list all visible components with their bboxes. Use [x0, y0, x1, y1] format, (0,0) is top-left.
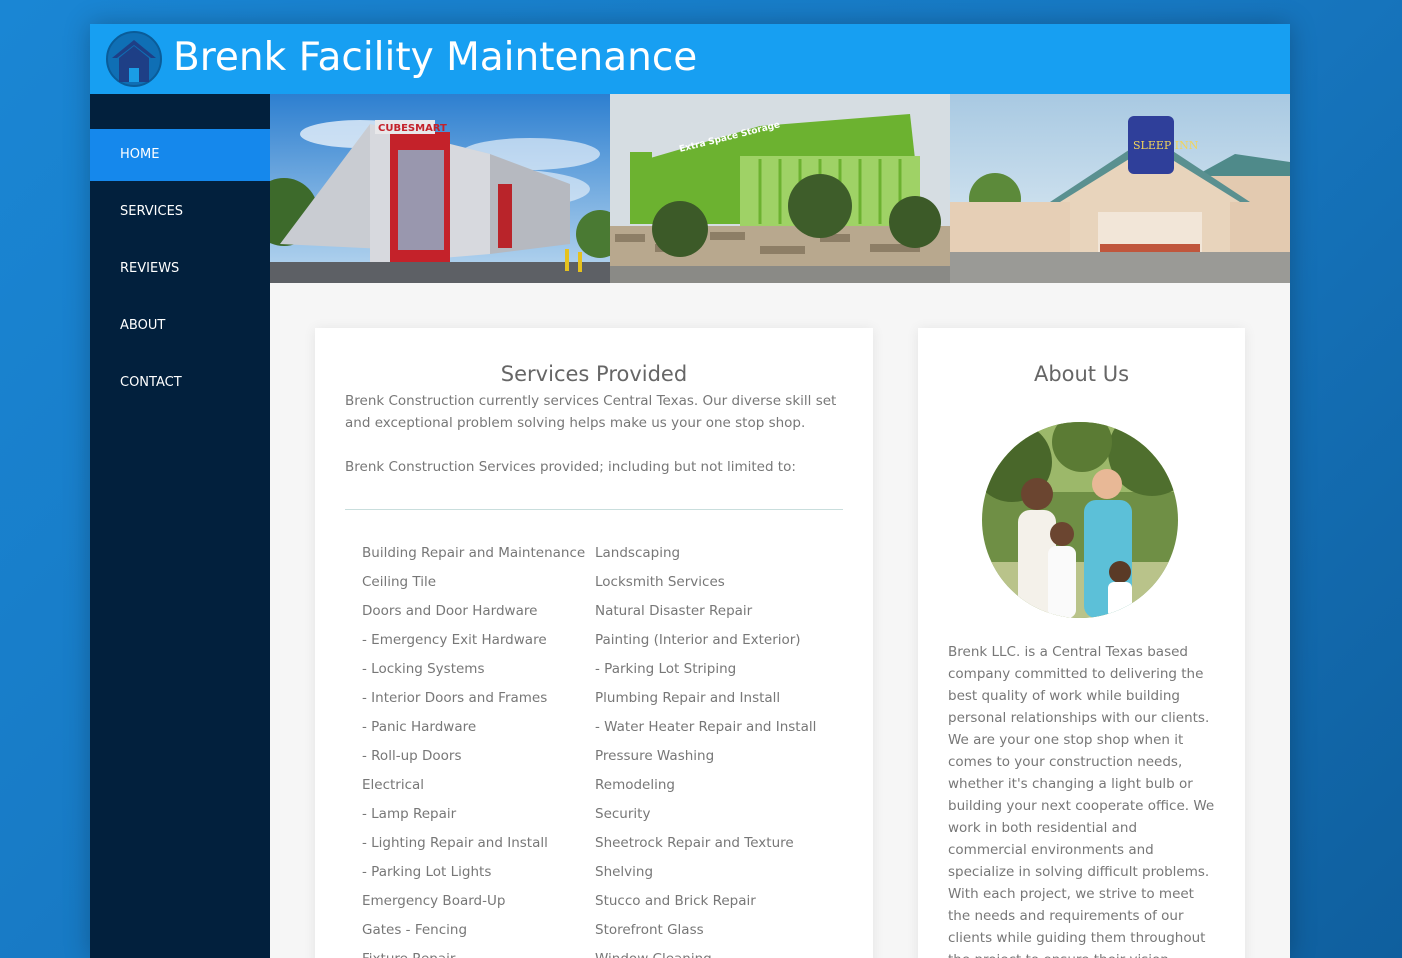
nav-item-services[interactable]: SERVICES [90, 186, 270, 238]
services-list-col1: Building Repair and Maintenance Ceiling … [362, 539, 585, 958]
service-item: Painting (Interior and Exterior) [595, 632, 801, 648]
service-item: Pressure Washing [595, 748, 715, 764]
site-container: Brenk Facility Maintenance HOME SERVICES… [90, 24, 1290, 958]
nav-item-reviews[interactable]: REVIEWS [90, 243, 270, 295]
header: Brenk Facility Maintenance [90, 24, 1290, 94]
service-item: - Water Heater Repair and Install [595, 719, 817, 735]
service-item: Sheetrock Repair and Texture [595, 835, 794, 851]
sleepinn-sign: SLEEP INN [1133, 139, 1199, 152]
services-card: Services Provided Brenk Construction cur… [315, 328, 873, 958]
service-item: Emergency Board-Up [362, 893, 506, 909]
service-item: Electrical [362, 777, 425, 793]
nav-item-home[interactable]: HOME [90, 129, 270, 181]
service-item: - Locking Systems [362, 661, 485, 677]
service-item: Security [595, 806, 651, 822]
services-list-col2: Landscaping Locksmith Services Natural D… [595, 539, 816, 958]
service-item: - Parking Lot Striping [595, 661, 737, 677]
divider [345, 509, 843, 510]
service-item: - Interior Doors and Frames [362, 690, 548, 706]
service-item: Landscaping [595, 545, 681, 561]
service-item: Storefront Glass [595, 922, 704, 938]
service-item: Shelving [595, 864, 654, 880]
service-item: Building Repair and Maintenance [362, 545, 586, 561]
services-subtitle: Brenk Construction Services provided; in… [345, 459, 796, 475]
banner-photo-cubesmart: CUBESMART [270, 94, 610, 283]
services-intro: Brenk Construction currently services Ce… [345, 393, 837, 431]
about-text: Brenk LLC. is a Central Texas based comp… [948, 644, 1215, 958]
service-item: Gates - Fencing [362, 922, 468, 938]
service-item: - Parking Lot Lights [362, 864, 492, 880]
house-logo-icon[interactable] [106, 31, 162, 87]
service-item: - Lamp Repair [362, 806, 457, 822]
service-item: - Roll-up Doors [362, 748, 462, 764]
family-photo [982, 422, 1178, 618]
banner-photo-extraspace: Extra Space Storage [610, 94, 950, 283]
nav-item-about[interactable]: ABOUT [90, 300, 270, 352]
site-title[interactable]: Brenk Facility Maintenance [173, 35, 697, 81]
about-title: About Us [1033, 362, 1130, 386]
service-item: Stucco and Brick Repair [595, 893, 756, 909]
service-item: Fixture Repair [362, 945, 585, 958]
service-item: Doors and Door Hardware [362, 603, 538, 619]
sidebar-nav: HOME SERVICES REVIEWS ABOUT CONTACT [90, 94, 270, 958]
service-item: - Lighting Repair and Install [362, 835, 548, 851]
service-item: - Emergency Exit Hardware [362, 632, 547, 648]
service-item: - Panic Hardware [362, 719, 477, 735]
service-item: Ceiling Tile [362, 574, 437, 590]
service-item: Locksmith Services [595, 574, 725, 590]
hero-banner: CUBESMART Extra Space Storage SLEEP INN [270, 94, 1290, 283]
about-card: About Us Brenk LLC. is a Central Texas b… [918, 328, 1245, 958]
service-item: Remodeling [595, 777, 675, 793]
service-item: Window Cleaning [595, 945, 816, 958]
banner-photo-sleepinn: SLEEP INN [950, 94, 1290, 283]
cubesmart-sign: CUBESMART [378, 123, 447, 134]
service-item: Natural Disaster Repair [595, 603, 753, 619]
nav-item-contact[interactable]: CONTACT [90, 357, 270, 409]
services-title: Services Provided [500, 362, 688, 386]
service-item: Plumbing Repair and Install [595, 690, 781, 706]
